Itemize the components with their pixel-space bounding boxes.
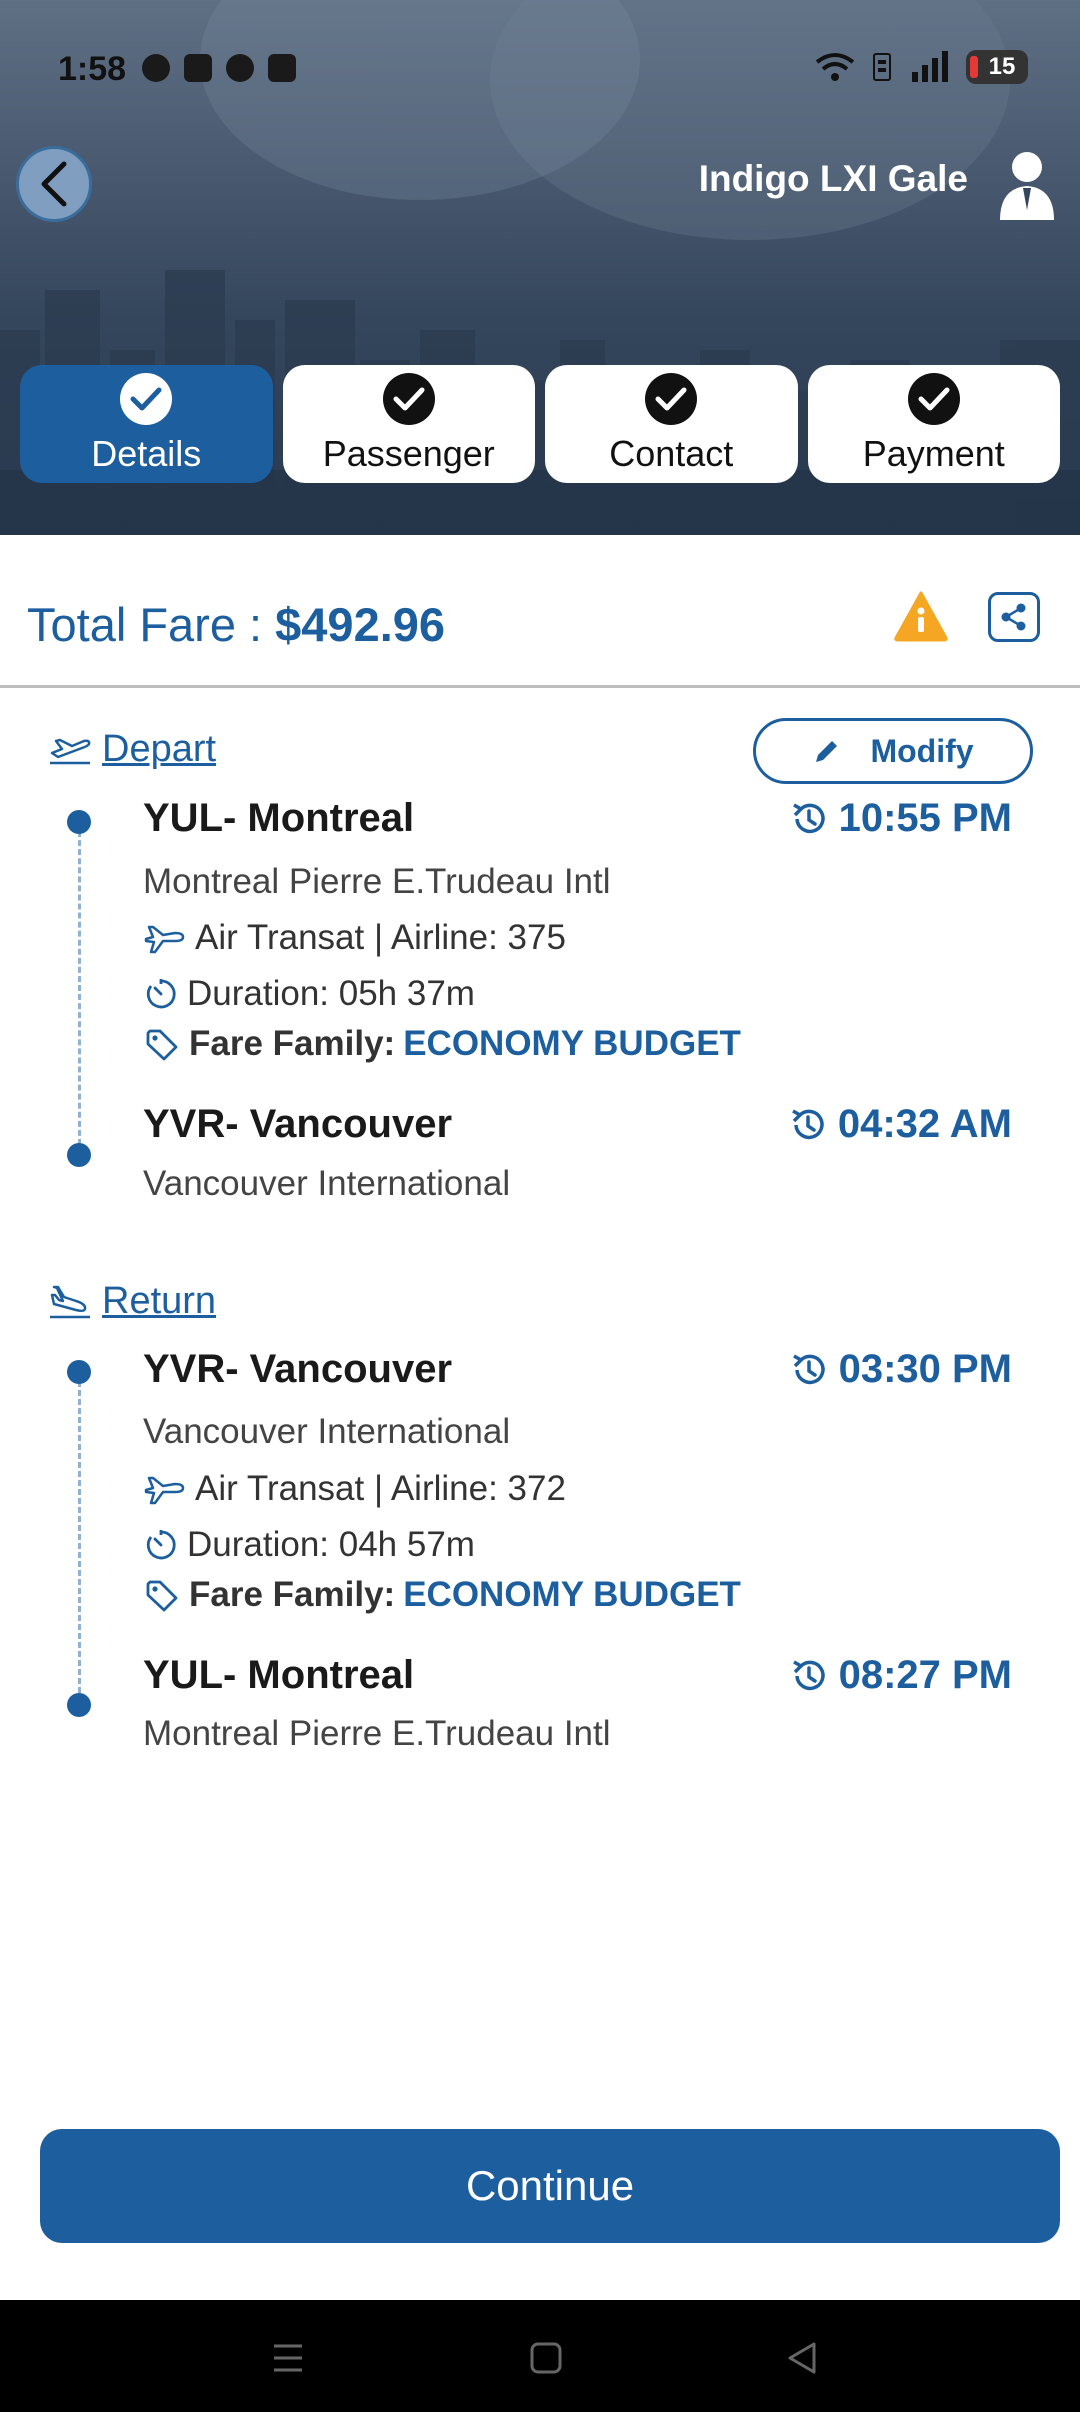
return-timeline [78,1372,81,1702]
continue-button[interactable]: Continue [40,2129,1060,2243]
time-value: 04:32 AM [837,1102,1012,1146]
clock-history-icon [792,1659,825,1690]
clock-history-icon [792,1353,825,1384]
depart-destination-city: YVR- Vancouver [143,1102,453,1146]
back-arrow-icon [41,161,67,207]
step-label: Contact [609,433,734,474]
return-destination-time: 08:27 PM [789,1653,1012,1698]
depart-heading-label: Depart [102,728,217,770]
tag-notification-icon [268,54,296,82]
back-button[interactable] [16,146,92,222]
plane-icon [144,1476,185,1505]
status-indicators: 15 [814,50,1028,84]
timeline-dot [67,810,91,834]
timeline-dot [67,1693,91,1717]
teams-icon [184,54,212,82]
modify-button[interactable]: Modify [753,718,1033,784]
fare-summary: Total Fare : $492.96 [0,535,1080,688]
total-fare-label: Total Fare : [27,598,276,651]
whatsapp-icon [142,54,170,82]
depart-origin-airport: Montreal Pierre E.Trudeau Intl [143,862,611,901]
tag-icon [146,1029,178,1061]
fare-family-label: Fare Family: [189,1024,396,1063]
fare-family-value: ECONOMY BUDGET [403,1575,741,1614]
app-title: Indigo LXI Gale [698,158,968,199]
time-value: 08:27 PM [838,1653,1012,1697]
share-button[interactable] [988,592,1040,642]
header-banner: 1:58 15 Indigo LXI Gale Details Passenge… [0,0,1080,535]
step-label: Payment [862,433,1005,474]
takeoff-icon [50,738,91,764]
continue-label: Continue [465,2162,635,2209]
depart-fare-family: Fare Family: ECONOMY BUDGET [143,1024,741,1064]
back-nav-icon[interactable] [784,2340,820,2376]
return-origin-city: YVR- Vancouver [143,1347,453,1391]
return-duration: Duration: 04h 57m [143,1525,475,1565]
airline-text: Air Transat | Airline: 375 [195,918,566,957]
depart-heading[interactable]: Depart [48,728,216,771]
booking-steps: Details Passenger Contact Payment [20,365,1060,483]
system-nav-bar [0,2300,1080,2412]
time-value: 03:30 PM [838,1347,1012,1391]
recents-icon[interactable] [268,2340,308,2376]
drop-icon [226,54,254,82]
depart-destination-airport: Vancouver International [143,1164,511,1203]
wifi-icon [815,53,855,81]
return-origin-airport: Vancouver International [143,1412,511,1451]
timeline-dot [67,1360,91,1384]
depart-origin-city: YUL- Montreal [143,796,415,840]
battery-indicator: 15 [966,50,1028,84]
clock-history-icon [792,802,825,833]
check-icon [645,373,698,425]
timer-icon [146,979,176,1009]
step-payment[interactable]: Payment [807,365,1060,483]
duration-text: Duration: 04h 57m [187,1525,475,1564]
time-value: 10:55 PM [838,796,1012,840]
total-fare: Total Fare : $492.96 [27,597,445,652]
landing-icon [50,1285,90,1318]
share-icon [1001,603,1026,631]
return-destination-airport: Montreal Pierre E.Trudeau Intl [143,1714,611,1753]
user-icon[interactable] [996,150,1058,220]
airline-text: Air Transat | Airline: 372 [195,1469,566,1508]
notification-icons [142,54,296,82]
check-icon [382,373,435,425]
fare-family-label: Fare Family: [189,1575,396,1614]
status-time: 1:58 [58,50,127,88]
step-contact[interactable]: Contact [545,365,798,483]
return-heading-label: Return [102,1280,217,1322]
timeline-dot [67,1143,91,1167]
return-airline: Air Transat | Airline: 372 [143,1469,566,1509]
return-fare-family: Fare Family: ECONOMY BUDGET [143,1575,741,1615]
step-details[interactable]: Details [20,365,273,483]
plane-icon [144,925,185,954]
tag-icon [146,1580,178,1612]
step-label: Passenger [322,433,495,474]
timer-icon [146,1530,176,1560]
signal-icon [912,51,948,82]
step-passenger[interactable]: Passenger [282,365,535,483]
check-icon [120,373,173,425]
depart-duration: Duration: 05h 37m [143,974,475,1014]
home-icon[interactable] [528,2340,564,2376]
step-label: Details [91,433,202,474]
duration-text: Duration: 05h 37m [187,974,475,1013]
volte-icon [873,53,891,81]
status-bar: 1:58 15 [0,40,1080,102]
depart-destination-time: 04:32 AM [788,1102,1012,1147]
clock-history-icon [791,1108,824,1139]
depart-timeline [78,822,81,1154]
pencil-icon [816,741,838,762]
total-fare-value: $492.96 [275,598,446,651]
depart-airline: Air Transat | Airline: 375 [143,918,566,958]
return-origin-time: 03:30 PM [789,1347,1012,1392]
return-destination-city: YUL- Montreal [143,1653,415,1697]
depart-origin-time: 10:55 PM [789,796,1012,841]
return-heading[interactable]: Return [48,1280,216,1323]
check-icon [907,373,960,425]
battery-level: 15 [988,53,1016,80]
warning-icon[interactable] [893,590,949,642]
fare-family-value: ECONOMY BUDGET [403,1024,741,1063]
modify-label: Modify [870,732,974,769]
